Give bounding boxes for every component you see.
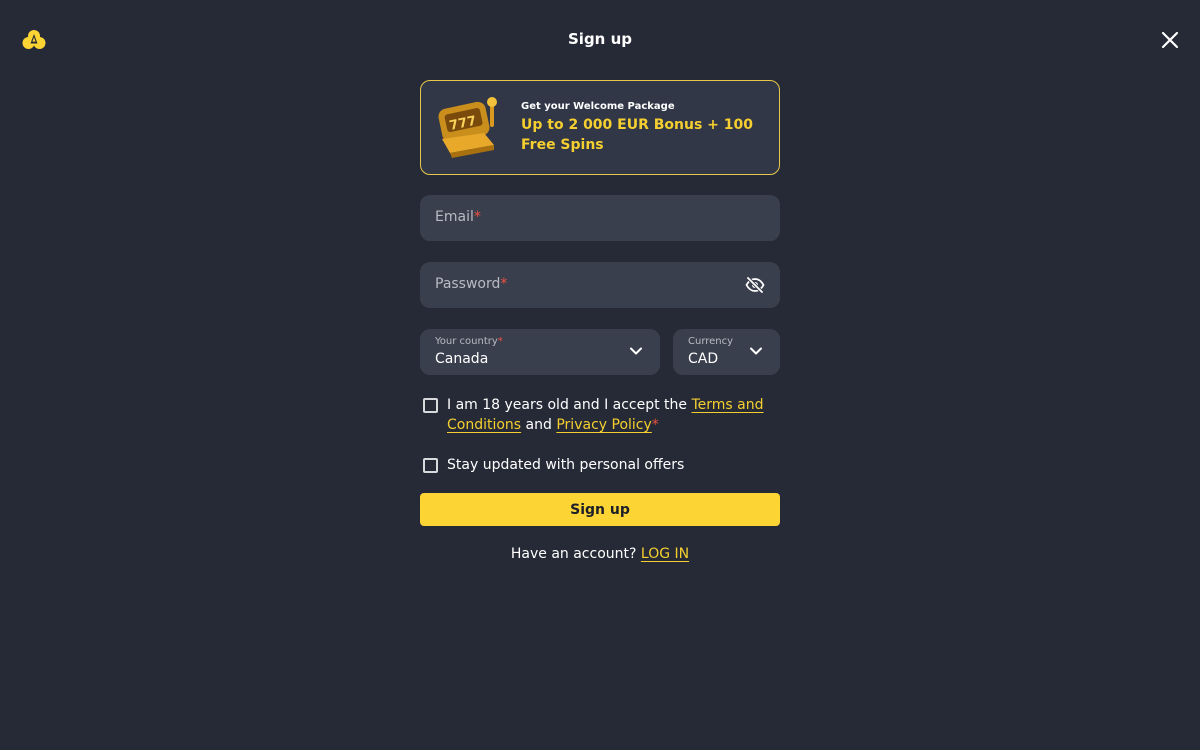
- country-label: Your country*: [435, 336, 503, 347]
- sign-up-button[interactable]: Sign up: [420, 493, 780, 526]
- currency-value: CAD: [688, 351, 719, 367]
- terms-consent: I am 18 years old and I accept the Terms…: [420, 395, 780, 435]
- email-placeholder: Email*: [435, 209, 481, 225]
- promo-headline: Up to 2 000 EUR Bonus + 100 Free Spins: [521, 117, 754, 153]
- promo-subtitle: Get your Welcome Package: [521, 101, 675, 112]
- hide-password-icon[interactable]: [745, 276, 765, 294]
- consent-and-text: and: [521, 417, 557, 433]
- offers-consent: Stay updated with personal offers: [420, 455, 780, 475]
- offers-label: Stay updated with personal offers: [447, 457, 685, 473]
- email-field[interactable]: Email*: [420, 195, 780, 241]
- terms-checkbox[interactable]: [423, 398, 438, 413]
- page-title: Sign up: [568, 30, 632, 48]
- required-mark: *: [651, 417, 659, 433]
- password-placeholder: Password*: [435, 276, 508, 292]
- currency-select[interactable]: Currency CAD: [673, 329, 780, 375]
- chevron-down-icon: [750, 347, 762, 355]
- signup-form: 777 Get your Welcome Package Up to 2 000…: [420, 80, 780, 562]
- country-select[interactable]: Your country* Canada: [420, 329, 660, 375]
- privacy-policy-link[interactable]: Privacy Policy: [556, 417, 651, 433]
- required-mark: *: [500, 276, 508, 292]
- login-prompt: Have an account? LOG IN: [420, 546, 780, 562]
- required-mark: *: [473, 209, 481, 225]
- chevron-down-icon: [630, 347, 642, 355]
- country-value: Canada: [435, 351, 489, 367]
- close-icon[interactable]: [1160, 30, 1180, 50]
- have-account-text: Have an account?: [510, 546, 637, 562]
- log-in-link[interactable]: LOG IN: [641, 546, 689, 562]
- password-field[interactable]: Password*: [420, 262, 780, 308]
- country-currency-row: Your country* Canada Currency CAD: [420, 329, 780, 375]
- currency-label: Currency: [688, 336, 734, 347]
- slot-machine-icon: 777: [438, 97, 497, 158]
- signup-page: Sign up 777 Get your Welcome Package Up …: [0, 0, 1200, 750]
- welcome-package-banner: 777 Get your Welcome Package Up to 2 000…: [420, 80, 780, 175]
- required-mark: *: [497, 336, 503, 347]
- offers-checkbox[interactable]: [423, 458, 438, 473]
- consent-text: I am 18 years old and I accept the: [447, 397, 692, 413]
